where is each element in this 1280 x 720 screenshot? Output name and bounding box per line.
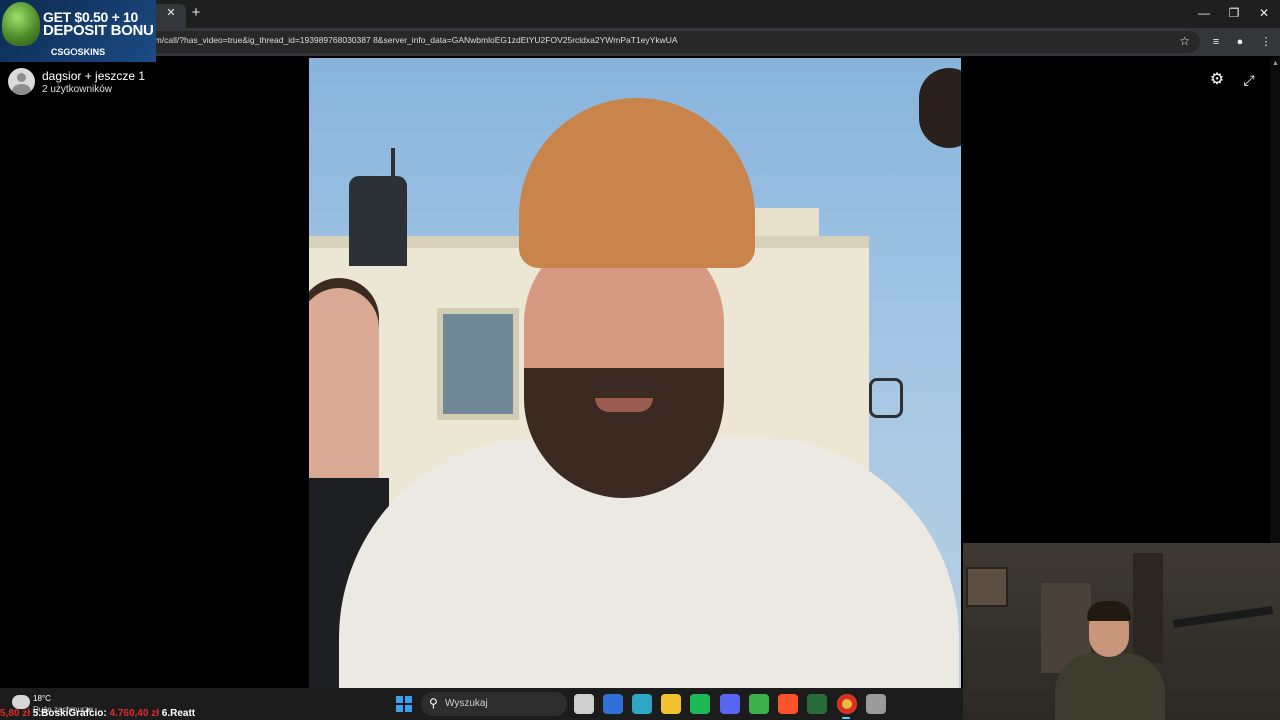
- address-bar[interactable]: om/call/?has_video=true&ig_thread_id=193…: [140, 31, 1200, 53]
- ticker-donor-2: 6.Reatt: [158, 708, 196, 719]
- chrome-icon[interactable]: [837, 694, 857, 714]
- right-person-head: [919, 68, 961, 148]
- obs-icon[interactable]: [866, 694, 886, 714]
- active-app-indicator: [842, 717, 850, 719]
- queue-icon[interactable]: ≡: [1208, 34, 1224, 50]
- browser-toolbar: om/call/?has_video=true&ig_thread_id=193…: [0, 28, 1280, 56]
- donation-ticker: 5,80 zł 5.BoskiGrafcio: 4.760,40 zł 6.Re…: [0, 708, 195, 720]
- profile-icon[interactable]: ●: [1232, 34, 1248, 50]
- screen: ✕ + — ❐ ✕ om/call/?has_video=true&ig_thr…: [0, 0, 1280, 720]
- microphone-arm: [1172, 606, 1274, 628]
- tower-spire: [391, 148, 395, 182]
- store-icon[interactable]: [603, 694, 623, 714]
- cloud-weather-icon[interactable]: [12, 695, 30, 709]
- edge-icon[interactable]: [632, 694, 652, 714]
- orange-cap: [519, 98, 755, 268]
- doorway: [1133, 553, 1163, 663]
- taskbar-search-box[interactable]: ⚲ Wyszukaj: [421, 692, 567, 716]
- ticker-amount-2: 4.760,40 zł: [109, 708, 159, 719]
- streamer-hair: [1087, 601, 1131, 621]
- fullscreen-expand-icon[interactable]: ⤢: [1240, 71, 1258, 89]
- new-tab-button[interactable]: +: [188, 5, 204, 21]
- file-explorer-icon[interactable]: [661, 694, 681, 714]
- menu-icon[interactable]: ⋮: [1258, 34, 1274, 50]
- avatar-head: [17, 73, 26, 82]
- discord-icon[interactable]: [720, 694, 740, 714]
- minimize-button[interactable]: —: [1194, 4, 1214, 22]
- call-participant-count: 2 użytkowników: [42, 84, 113, 95]
- close-window-button[interactable]: ✕: [1254, 4, 1274, 22]
- settings-gear-icon[interactable]: ⚙: [1208, 71, 1226, 89]
- ticker-amount-1: 5,80 zł: [0, 708, 31, 719]
- task-view-icon[interactable]: [574, 694, 594, 714]
- brave-icon[interactable]: [778, 694, 798, 714]
- left-person-face: [309, 288, 379, 488]
- xbox-icon[interactable]: [807, 694, 827, 714]
- spotify-icon[interactable]: [690, 694, 710, 714]
- call-title: dagsior + jeszcze 1: [42, 69, 146, 83]
- windows-taskbar: 18°C Duże zachmurze 5,80 zł 5.BoskiGrafc…: [0, 688, 963, 720]
- group-avatar[interactable]: [8, 68, 35, 95]
- scroll-up-arrow-icon[interactable]: ▲: [1272, 60, 1279, 67]
- search-icon: ⚲: [429, 696, 438, 710]
- browser-tab-bar: ✕ + — ❐ ✕: [0, 0, 1280, 28]
- restore-button[interactable]: ❐: [1224, 4, 1244, 22]
- street-lamp: [869, 378, 903, 418]
- url-text[interactable]: om/call/?has_video=true&ig_thread_id=193…: [150, 35, 678, 45]
- clock-tower: [349, 176, 407, 266]
- main-person-mouth: [595, 398, 653, 412]
- remote-video-feed[interactable]: [309, 58, 961, 688]
- streamer-shirt: [1055, 653, 1165, 720]
- ad-subheadline: DEPOSIT BONU: [43, 22, 154, 39]
- green-browser-icon[interactable]: [749, 694, 769, 714]
- streamer-webcam: [963, 543, 1280, 720]
- windows-start-icon[interactable]: [396, 696, 412, 712]
- ad-brand-logo: CSG⭘SKINS: [50, 47, 106, 57]
- wall-picture-frame: [966, 567, 1008, 607]
- casino-ad-banner[interactable]: GET $0.50 + 10 DEPOSIT BONU CSG⭘SKINS: [0, 0, 156, 62]
- building-window: [437, 308, 519, 420]
- avatar-body: [12, 84, 31, 95]
- weather-temperature[interactable]: 18°C: [33, 694, 51, 703]
- ticker-donor-1: 5.BoskiGrafcio:: [30, 708, 110, 719]
- ad-mascot-image: [2, 2, 40, 46]
- tab-close-icon[interactable]: ✕: [164, 6, 178, 20]
- search-placeholder: Wyszukaj: [445, 698, 488, 709]
- bookmark-star-icon[interactable]: ☆: [1179, 34, 1190, 48]
